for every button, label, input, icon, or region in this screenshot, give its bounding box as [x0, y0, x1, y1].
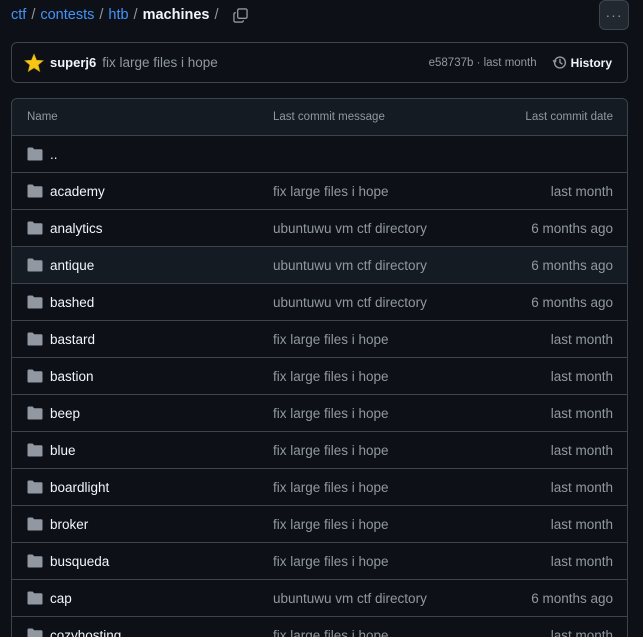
table-header: Name Last commit message Last commit dat…	[12, 99, 627, 136]
commit-message-link[interactable]: fix large files i hope	[273, 369, 389, 384]
commit-date: last month	[550, 479, 613, 495]
folder-icon	[27, 480, 43, 494]
folder-name-link[interactable]: bashed	[50, 295, 94, 310]
commit-message-link[interactable]: fix large files i hope	[102, 55, 218, 70]
parent-directory-link[interactable]: ..	[50, 147, 58, 162]
table-row[interactable]: boardlight fix large files i hope last mon…	[12, 469, 627, 506]
commit-message-link[interactable]: fix large files i hope	[273, 406, 389, 421]
folder-icon	[27, 517, 43, 531]
breadcrumb-separator: /	[214, 7, 219, 23]
folder-name-link[interactable]: academy	[50, 184, 105, 199]
breadcrumb-current: machines	[142, 7, 210, 23]
folder-name-link[interactable]: broker	[50, 517, 88, 532]
header-name: Name	[27, 111, 58, 123]
commit-message-link[interactable]: fix large files i hope	[273, 480, 389, 495]
table-row[interactable]: bastard fix large files i hope last month	[12, 321, 627, 358]
breadcrumb-separator: /	[31, 7, 36, 23]
star-avatar-icon	[24, 52, 44, 72]
commit-date: last month	[550, 405, 613, 421]
folder-name-link[interactable]: beep	[50, 406, 80, 421]
folder-icon	[27, 221, 43, 235]
commit-hash-and-time[interactable]: e58737b · last month	[429, 57, 537, 69]
commit-date: last month	[550, 183, 613, 199]
latest-commit-box: superj6 fix large files i hope e58737b ·…	[11, 42, 628, 83]
table-row[interactable]: antique ubuntuwu vm ctf directory 6 months…	[12, 247, 627, 284]
commit-date: 6 months ago	[531, 590, 613, 606]
folder-icon	[27, 628, 43, 637]
folder-icon	[27, 295, 43, 309]
table-row[interactable]: academy fix large files i hope last month	[12, 173, 627, 210]
folder-name-link[interactable]: cozyhosting	[50, 628, 121, 637]
header-last-commit-date: Last commit date	[525, 111, 613, 123]
history-label: History	[570, 55, 612, 70]
commit-date: last month	[550, 627, 613, 637]
commit-author-link[interactable]: superj6	[50, 55, 96, 70]
table-row[interactable]: blue fix large files i hope last month	[12, 432, 627, 469]
more-options-button[interactable]: ···	[599, 0, 629, 30]
folder-name-link[interactable]: blue	[50, 443, 76, 458]
copy-icon	[233, 7, 248, 23]
table-row[interactable]: cap ubuntuwu vm ctf directory 6 months ago	[12, 580, 627, 617]
commit-message-link[interactable]: ubuntuwu vm ctf directory	[273, 258, 427, 273]
table-row[interactable]: bastion fix large files i hope last month	[12, 358, 627, 395]
breadcrumb-link-htb[interactable]: htb	[108, 7, 128, 23]
avatar[interactable]	[23, 52, 45, 74]
copy-path-button[interactable]	[232, 6, 250, 24]
commit-message-link[interactable]: fix large files i hope	[273, 332, 389, 347]
page: ctf / contests / htb / machines / ··· su…	[0, 0, 643, 637]
commit-message-link[interactable]: fix large files i hope	[273, 628, 389, 637]
commit-date: last month	[550, 553, 613, 569]
folder-icon	[27, 591, 43, 605]
breadcrumb-separator: /	[99, 7, 104, 23]
commit-date: 6 months ago	[531, 294, 613, 310]
commit-message-link[interactable]: ubuntuwu vm ctf directory	[273, 221, 427, 236]
table-row[interactable]: analytics ubuntuwu vm ctf directory 6 mont…	[12, 210, 627, 247]
table-row[interactable]: busqueda fix large files i hope last month	[12, 543, 627, 580]
folder-name-link[interactable]: cap	[50, 591, 72, 606]
folder-name-link[interactable]: busqueda	[50, 554, 109, 569]
folder-icon	[27, 147, 43, 161]
history-button[interactable]: History	[552, 55, 612, 70]
folder-name-link[interactable]: boardlight	[50, 480, 109, 495]
folder-name-link[interactable]: antique	[50, 258, 94, 273]
breadcrumb-link-ctf[interactable]: ctf	[11, 7, 26, 23]
commit-date: last month	[550, 442, 613, 458]
folder-icon	[27, 184, 43, 198]
folder-name-link[interactable]: analytics	[50, 221, 103, 236]
breadcrumb: ctf / contests / htb / machines /	[11, 3, 250, 27]
commit-date: last month	[550, 331, 613, 347]
folder-icon	[27, 332, 43, 346]
commit-message-link[interactable]: fix large files i hope	[273, 184, 389, 199]
folder-icon	[27, 554, 43, 568]
file-table: Name Last commit message Last commit dat…	[11, 98, 628, 637]
table-row[interactable]: bashed ubuntuwu vm ctf directory 6 months …	[12, 284, 627, 321]
commit-message-link[interactable]: ubuntuwu vm ctf directory	[273, 591, 427, 606]
commit-date: 6 months ago	[531, 257, 613, 273]
commit-message-link[interactable]: fix large files i hope	[273, 443, 389, 458]
table-row[interactable]: beep fix large files i hope last month	[12, 395, 627, 432]
parent-directory-row[interactable]: ..	[12, 136, 627, 173]
commit-message-link[interactable]: fix large files i hope	[273, 517, 389, 532]
commit-date: last month	[550, 516, 613, 532]
commit-date: 6 months ago	[531, 220, 613, 236]
history-icon	[552, 56, 566, 69]
table-row[interactable]: cozyhosting fix large files i hope last mo…	[12, 617, 627, 637]
header-last-commit-message: Last commit message	[273, 111, 385, 123]
folder-icon	[27, 369, 43, 383]
table-row[interactable]: broker fix large files i hope last month	[12, 506, 627, 543]
folder-name-link[interactable]: bastard	[50, 332, 95, 347]
breadcrumb-link-contests[interactable]: contests	[40, 7, 94, 23]
folder-name-link[interactable]: bastion	[50, 369, 94, 384]
folder-icon	[27, 258, 43, 272]
folder-icon	[27, 443, 43, 457]
commit-message-link[interactable]: ubuntuwu vm ctf directory	[273, 295, 427, 310]
folder-icon	[27, 406, 43, 420]
commit-date: last month	[550, 368, 613, 384]
breadcrumb-separator: /	[133, 7, 138, 23]
commit-message-link[interactable]: fix large files i hope	[273, 554, 389, 569]
